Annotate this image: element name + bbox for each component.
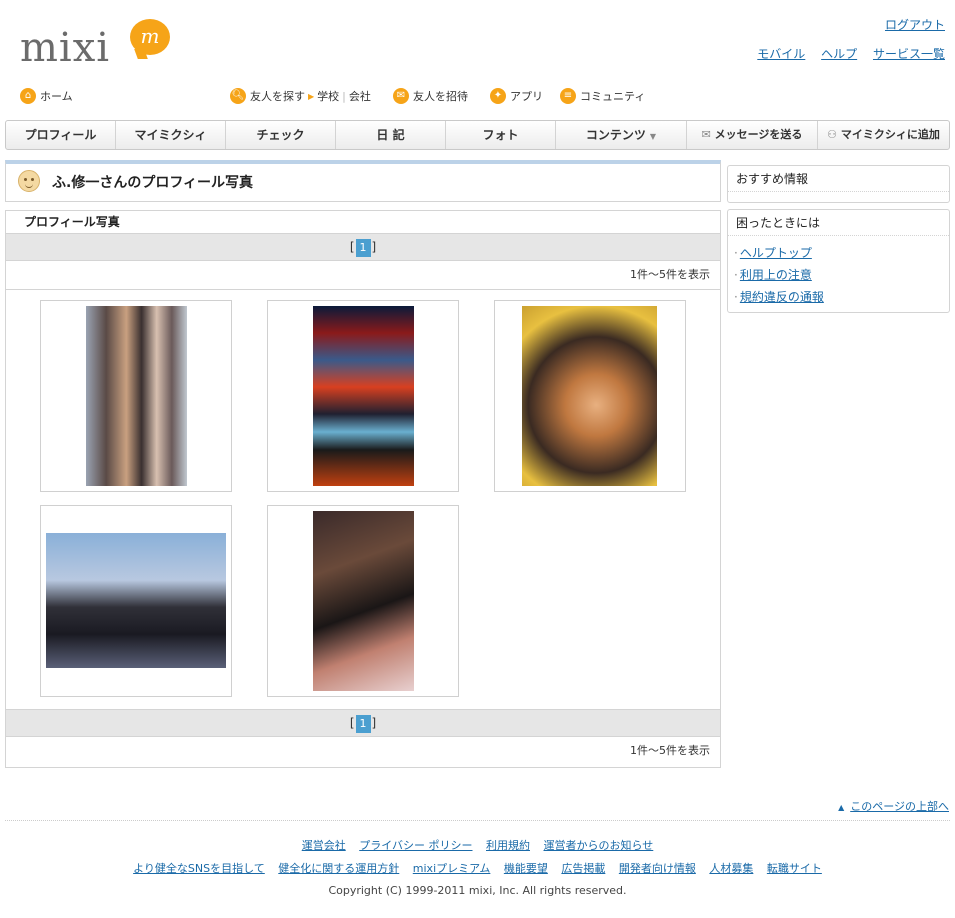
tab-diary[interactable]: 日 記 [336, 121, 446, 149]
footer-divider [5, 820, 950, 821]
add-mymixi-label: マイミクシィに追加 [840, 128, 940, 141]
mobile-link[interactable]: モバイル [757, 47, 805, 61]
add-mymixi-button[interactable]: ⚇ マイミクシィに追加 [818, 121, 949, 149]
envelope-icon: ✉ [701, 128, 711, 141]
page-title: ふ.修一さんのプロフィール写真 [52, 175, 254, 191]
pager-top: [1] [6, 234, 720, 261]
smiley-icon [18, 170, 40, 192]
community-link[interactable]: ≡ コミュニティ [560, 88, 645, 104]
pager-bracket: ] [371, 240, 377, 254]
photo-thumb[interactable] [267, 300, 459, 492]
invite-label: 友人を招待 [413, 90, 468, 103]
pager-bracket: [ [349, 716, 355, 730]
section-header: プロフィール写真 [6, 211, 720, 234]
footer-links-row2: より健全なSNSを目指して 健全化に関する運用方針 mixiプレミアム 機能要望… [0, 860, 955, 876]
tab-check[interactable]: チェック [226, 121, 336, 149]
page-title-box: ふ.修一さんのプロフィール写真 [5, 160, 721, 202]
list-item: 規約違反の通報 [734, 286, 943, 308]
gaming-photo [313, 511, 414, 691]
recommend-box: おすすめ情報 [727, 165, 950, 203]
company-link[interactable]: 会社 [349, 88, 371, 104]
footer-link[interactable]: 転職サイト [767, 862, 822, 875]
home-icon: ⌂ [20, 88, 36, 104]
logout-link[interactable]: ログアウト [885, 18, 945, 32]
tab-mymixi[interactable]: マイミクシィ [116, 121, 226, 149]
help-links: ヘルプトップ 利用上の注意 規約違反の通報 [728, 236, 949, 314]
photo-thumb[interactable] [40, 300, 232, 492]
photo-thumb[interactable] [267, 505, 459, 697]
mail-icon: ✉ [393, 88, 409, 104]
profile-photos-section: プロフィール写真 [1] 1件～5件を表示 [1] 1件～5件を表示 [5, 210, 721, 768]
page-top-link[interactable]: このページの上部へ [850, 800, 949, 813]
group-indoor-photo [46, 533, 226, 668]
footer-link[interactable]: 機能要望 [504, 862, 548, 875]
tab-contents-label: コンテンツ [585, 128, 646, 142]
find-friends-group: 🔍︎ 友人を探す ▶ 学校 | 会社 [230, 88, 371, 104]
mixi-logo[interactable]: mixi m [20, 16, 175, 70]
footer-link[interactable]: 人材募集 [709, 862, 753, 875]
tab-photo[interactable]: フォト [446, 121, 556, 149]
people-icon: ⚇ [827, 128, 838, 141]
triangle-up-icon: ▲ [838, 803, 845, 812]
footer-link[interactable]: 広告掲載 [561, 862, 605, 875]
send-message-label: メッセージを送る [714, 128, 803, 141]
caret-down-icon: ▼ [649, 132, 657, 141]
tab-contents[interactable]: コンテンツ ▼ [556, 121, 687, 149]
home-link[interactable]: ⌂ ホーム [20, 88, 73, 104]
main-navigation: プロフィール マイミクシィ チェック 日 記 フォト コンテンツ ▼ ✉ メッセー… [5, 120, 950, 150]
result-count: 1件～5件を表示 [6, 261, 720, 290]
list-item: ヘルプトップ [734, 242, 943, 264]
puzzle-icon: ✦ [490, 88, 506, 104]
services-link[interactable]: サービス一覧 [873, 47, 945, 61]
logo-text: mixi [20, 25, 111, 71]
footer-link[interactable]: 運営者からのお知らせ [544, 839, 654, 852]
apps-link[interactable]: ✦ アプリ [490, 88, 543, 104]
pager-bracket: ] [371, 716, 377, 730]
page-1-button[interactable]: 1 [355, 238, 371, 257]
help-top-link[interactable]: ヘルプトップ [740, 246, 812, 260]
footer-link[interactable]: より健全なSNSを目指して [133, 862, 265, 875]
footer-link[interactable]: 利用規約 [486, 839, 530, 852]
pager-bottom: [1] [6, 710, 720, 737]
footer-link[interactable]: 開発者向け情報 [619, 862, 696, 875]
search-icon: 🔍︎ [230, 88, 246, 104]
photo-thumb[interactable] [40, 505, 232, 697]
home-label: ホーム [40, 90, 73, 103]
footer-links-row1: 運営会社 プライバシー ポリシー 利用規約 運営者からのお知らせ [0, 837, 955, 853]
pachislot-photo [313, 306, 414, 486]
tab-profile[interactable]: プロフィール [6, 121, 116, 149]
separator: | [342, 89, 346, 103]
top-links: ログアウト モバイル ヘルプ サービス一覧 [745, 16, 945, 62]
recommend-title: おすすめ情報 [728, 166, 949, 192]
chat-icon: ≡ [560, 88, 576, 104]
photo-grid [6, 290, 720, 710]
result-count: 1件～5件を表示 [630, 744, 710, 757]
sub-navigation: ⌂ ホーム 🔍︎ 友人を探す ▶ 学校 | 会社 ✉ 友人を招待 ✦ アプリ ≡… [0, 86, 955, 108]
group-photo [86, 306, 187, 486]
usage-notes-link[interactable]: 利用上の注意 [740, 268, 812, 282]
help-link[interactable]: ヘルプ [821, 47, 857, 61]
report-violation-link[interactable]: 規約違反の通報 [740, 290, 824, 304]
photo-thumb[interactable] [494, 300, 686, 492]
footer-link[interactable]: プライバシー ポリシー [359, 839, 472, 852]
footer-link[interactable]: 運営会社 [302, 839, 346, 852]
find-friends-link[interactable]: 友人を探す [250, 88, 305, 104]
trouble-title: 困ったときには [728, 210, 949, 236]
footer-link[interactable]: mixiプレミアム [413, 862, 491, 875]
page-1-button[interactable]: 1 [355, 714, 371, 733]
apps-label: アプリ [510, 90, 543, 103]
arrow-icon: ▶ [308, 91, 315, 101]
invite-link[interactable]: ✉ 友人を招待 [393, 88, 468, 104]
portrait-photo [522, 306, 657, 486]
help-box: 困ったときには ヘルプトップ 利用上の注意 規約違反の通報 [727, 209, 950, 313]
footer-link[interactable]: 健全化に関する運用方針 [278, 862, 399, 875]
send-message-button[interactable]: ✉ メッセージを送る [687, 121, 818, 149]
list-item: 利用上の注意 [734, 264, 943, 286]
page-top-link-wrap: ▲ このページの上部へ [838, 798, 949, 814]
school-link[interactable]: 学校 [317, 88, 339, 104]
pager-bracket: [ [349, 240, 355, 254]
copyright: Copyright (C) 1999-2011 mixi, Inc. All r… [328, 884, 627, 897]
logo-badge: m [130, 19, 170, 55]
community-label: コミュニティ [580, 90, 646, 103]
